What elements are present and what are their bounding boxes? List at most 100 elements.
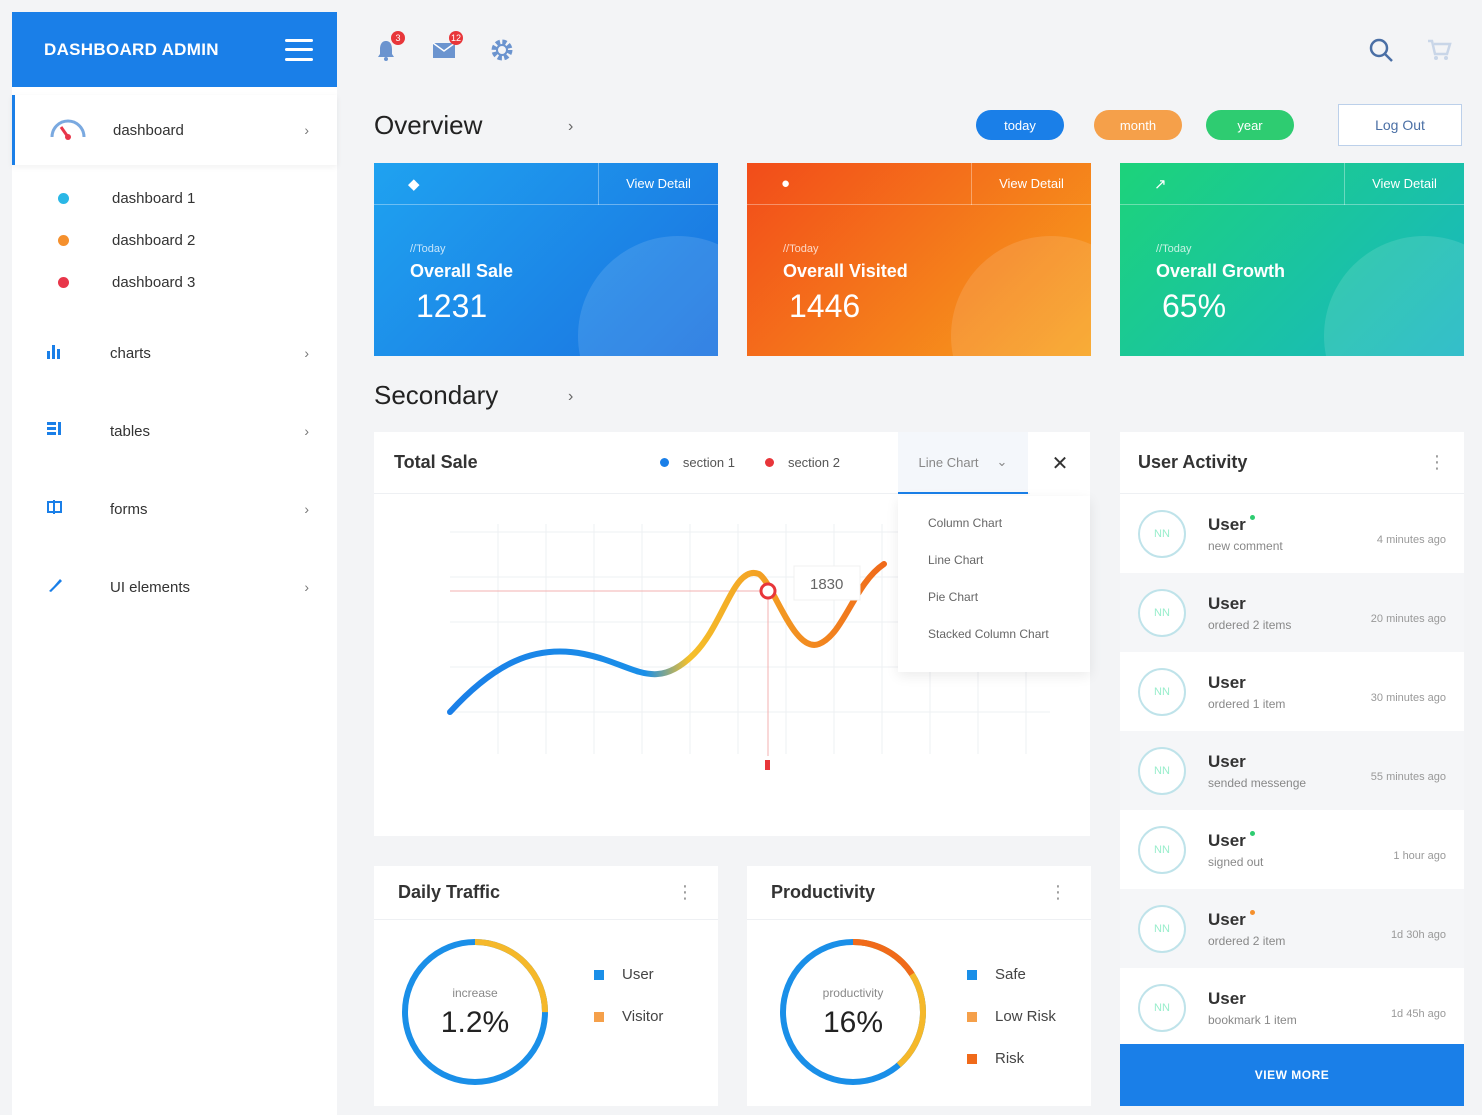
legend-visitor: Visitor xyxy=(594,1008,663,1025)
chevron-right-icon: › xyxy=(304,579,309,595)
chevron-right-icon: › xyxy=(304,423,309,439)
dropdown-option-pie-chart[interactable]: Pie Chart xyxy=(898,590,1090,627)
legend-section-1[interactable]: section 1 xyxy=(659,455,735,470)
bullet-icon xyxy=(58,192,69,204)
legend-square-icon xyxy=(594,1011,604,1022)
user-icon: ● xyxy=(781,175,791,192)
notification-badge: 3 xyxy=(391,30,405,45)
dashboard-submenu: dashboard 1 dashboard 2 dashboard 3 xyxy=(12,165,337,323)
chevron-right-icon[interactable]: › xyxy=(568,118,573,136)
search-icon[interactable] xyxy=(1368,37,1394,63)
gear-icon[interactable] xyxy=(489,37,515,63)
sidebar-item-label: charts xyxy=(110,344,151,362)
brush-icon xyxy=(46,577,110,598)
more-options-icon[interactable]: ⋮ xyxy=(1049,882,1067,903)
legend-label: Risk xyxy=(995,1050,1025,1067)
legend-square-icon xyxy=(967,1053,977,1064)
sidebar: DASHBOARD ADMIN dashboard › dashboard 1 … xyxy=(12,12,337,1115)
chevron-right-icon: › xyxy=(304,122,309,138)
donut-value: 16% xyxy=(822,1006,884,1039)
activity-user: User xyxy=(1208,672,1246,692)
status-dot-icon xyxy=(1249,830,1255,836)
more-options-icon[interactable]: ⋮ xyxy=(1428,452,1446,473)
view-more-button[interactable]: VIEW MORE xyxy=(1120,1044,1464,1106)
dropdown-option-line-chart[interactable]: Line Chart xyxy=(898,553,1090,590)
avatar: NN xyxy=(1138,825,1186,874)
legend-low-risk: Low Risk xyxy=(967,1008,1056,1025)
activity-row[interactable]: NN User bookmark 1 item 1d 45h ago xyxy=(1120,968,1464,1047)
total-sale-title: Total Sale xyxy=(394,452,478,472)
view-detail-link[interactable]: View Detail xyxy=(971,163,1091,205)
sidebar-item-forms[interactable]: forms › xyxy=(12,479,337,539)
legend-label: Safe xyxy=(995,966,1026,983)
sidebar-subitem-label: dashboard 1 xyxy=(112,189,196,207)
user-activity-panel: User Activity ⋮ NN User new comment 4 min… xyxy=(1120,432,1464,1044)
sidebar-item-tables[interactable]: tables › xyxy=(12,401,337,461)
legend-section-2[interactable]: section 2 xyxy=(764,455,840,470)
table-icon xyxy=(46,421,110,442)
brand-title: DASHBOARD ADMIN xyxy=(44,39,219,59)
view-detail-link[interactable]: View Detail xyxy=(1344,163,1464,205)
sidebar-subitem-label: dashboard 2 xyxy=(112,231,196,249)
sidebar-item-label: UI elements xyxy=(110,578,191,596)
activity-time: 30 minutes ago xyxy=(1370,692,1446,704)
sidebar-item-label: forms xyxy=(110,500,148,518)
active-point[interactable] xyxy=(759,582,777,600)
more-options-icon[interactable]: ⋮ xyxy=(676,882,694,903)
filter-month-button[interactable]: month xyxy=(1094,110,1182,140)
bell-icon[interactable]: 3 xyxy=(373,30,405,63)
activity-list: NN User new comment 4 minutes ago NN User… xyxy=(1120,494,1464,1047)
chevron-right-icon[interactable]: › xyxy=(568,388,573,406)
activity-row[interactable]: NN User ordered 2 item 1d 30h ago xyxy=(1120,889,1464,968)
secondary-title: Secondary xyxy=(374,380,499,410)
activity-row[interactable]: NN User signed out 1 hour ago xyxy=(1120,810,1464,889)
bullet-icon xyxy=(58,234,69,246)
sidebar-item-dashboard[interactable]: dashboard › xyxy=(12,95,337,165)
avatar: NN xyxy=(1138,667,1186,716)
legend-square-icon xyxy=(967,1011,977,1022)
hamburger-menu-icon[interactable] xyxy=(285,38,313,61)
chevron-right-icon: › xyxy=(304,501,309,517)
avatar: NN xyxy=(1138,983,1186,1032)
sidebar-subitem-dashboard-3[interactable]: dashboard 3 xyxy=(12,261,337,303)
top-bar: 3 12 xyxy=(337,12,1482,87)
activity-user: User xyxy=(1208,830,1246,850)
legend-label: Visitor xyxy=(622,1008,664,1025)
donut-caption: productivity xyxy=(822,986,884,1000)
cart-icon[interactable] xyxy=(1426,37,1452,63)
sidebar-subitem-dashboard-1[interactable]: dashboard 1 xyxy=(12,177,337,219)
message-badge: 12 xyxy=(449,30,463,45)
sidebar-subitem-label: dashboard 3 xyxy=(112,273,196,291)
sidebar-item-ui-elements[interactable]: UI elements › xyxy=(12,557,337,617)
mail-icon[interactable]: 12 xyxy=(431,30,463,63)
brand-header: DASHBOARD ADMIN xyxy=(12,12,337,87)
productivity-title: Productivity xyxy=(771,882,876,902)
stat-period: //Today xyxy=(410,243,446,255)
sidebar-subitem-dashboard-2[interactable]: dashboard 2 xyxy=(12,219,337,261)
activity-row[interactable]: NN User ordered 2 items 20 minutes ago xyxy=(1120,573,1464,652)
avatar: NN xyxy=(1138,509,1186,558)
dropdown-option-column-chart[interactable]: Column Chart xyxy=(898,516,1090,553)
chart-type-select[interactable]: Line Chart ⌄ xyxy=(898,432,1028,494)
stat-period: //Today xyxy=(783,243,819,255)
x-marker xyxy=(765,760,770,770)
activity-row[interactable]: NN User ordered 1 item 30 minutes ago xyxy=(1120,652,1464,731)
activity-user: User xyxy=(1208,751,1246,771)
stat-card-overall-sale: ◆ View Detail //Today Overall Sale 1231 xyxy=(374,163,718,356)
view-detail-link[interactable]: View Detail xyxy=(598,163,718,205)
legend-risk: Risk xyxy=(967,1050,1024,1067)
filter-today-button[interactable]: today xyxy=(976,110,1064,140)
daily-traffic-panel: Daily Traffic ⋮ increase 1.2% User Visit… xyxy=(374,866,718,1106)
trend-icon: ↗ xyxy=(1154,175,1167,193)
logout-button[interactable]: Log Out xyxy=(1338,104,1462,146)
close-icon[interactable]: ✕ xyxy=(1030,432,1090,494)
sidebar-item-charts[interactable]: charts › xyxy=(12,323,337,383)
legend-user: User xyxy=(594,966,654,983)
dropdown-option-stacked-column-chart[interactable]: Stacked Column Chart xyxy=(898,627,1090,664)
legend-square-icon xyxy=(967,969,977,980)
legend-dot-icon xyxy=(659,458,669,467)
activity-row[interactable]: NN User new comment 4 minutes ago xyxy=(1120,494,1464,573)
filter-year-button[interactable]: year xyxy=(1206,110,1294,140)
activity-time: 1d 45h ago xyxy=(1390,1008,1446,1020)
activity-row[interactable]: NN User sended messenge 55 minutes ago xyxy=(1120,731,1464,810)
